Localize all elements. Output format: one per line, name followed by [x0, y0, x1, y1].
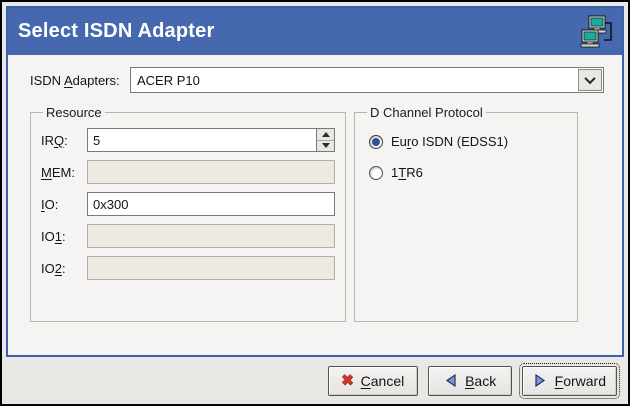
- mem-label: MEM:: [41, 165, 87, 180]
- isdn-adapters-label: ISDN Adapters:: [30, 73, 130, 88]
- io1-label: IO1:: [41, 229, 87, 244]
- forward-button-label: Forward: [555, 373, 606, 389]
- right-arrow-icon: [533, 373, 548, 388]
- irq-input[interactable]: [88, 129, 316, 151]
- io-field-row: IO:: [41, 192, 335, 216]
- chevron-down-icon: [584, 73, 595, 84]
- isdn-adapters-combobox[interactable]: ACER P10: [130, 67, 604, 93]
- radio-selected-dot: [372, 138, 380, 146]
- red-x-icon: ✖: [341, 373, 354, 388]
- resource-group-legend: Resource: [43, 105, 105, 120]
- d-channel-protocol-group: D Channel Protocol Euro ISDN (EDSS1) 1TR…: [354, 105, 578, 322]
- network-computers-icon: [580, 14, 614, 50]
- io1-input: [87, 224, 335, 248]
- d-channel-protocol-legend: D Channel Protocol: [367, 105, 486, 120]
- back-button-label: Back: [465, 373, 496, 389]
- irq-spin-buttons: [316, 129, 334, 151]
- wizard-frame: Select ISDN Adapter: [6, 6, 624, 357]
- cancel-button-label: Cancel: [361, 373, 405, 389]
- content-columns: Resource IRQ: MEM:: [30, 105, 604, 322]
- up-arrow-icon: [322, 132, 330, 137]
- down-arrow-icon: [322, 143, 330, 148]
- io2-label: IO2:: [41, 261, 87, 276]
- euro-isdn-radio-button[interactable]: [369, 135, 383, 149]
- mem-field-row: MEM:: [41, 160, 335, 184]
- mem-input: [87, 160, 335, 184]
- dialog-title: Select ISDN Adapter: [18, 20, 580, 43]
- irq-label: IRQ:: [41, 133, 87, 148]
- resource-group: Resource IRQ: MEM:: [30, 105, 346, 322]
- 1tr6-radio-row[interactable]: 1TR6: [369, 165, 567, 180]
- irq-spin-up-button[interactable]: [317, 129, 334, 141]
- left-arrow-icon: [443, 373, 458, 388]
- isdn-adapter-dialog: Select ISDN Adapter: [0, 0, 630, 406]
- isdn-adapters-combobox-value: ACER P10: [131, 68, 577, 92]
- dialog-titlebar: Select ISDN Adapter: [8, 8, 622, 55]
- io1-field-row: IO1:: [41, 224, 335, 248]
- irq-spin-down-button[interactable]: [317, 141, 334, 152]
- io-label: IO:: [41, 197, 87, 212]
- io2-input: [87, 256, 335, 280]
- euro-isdn-radio-label: Euro ISDN (EDSS1): [391, 134, 508, 149]
- io-input[interactable]: [87, 192, 335, 216]
- adapter-row: ISDN Adapters: ACER P10: [30, 67, 604, 93]
- 1tr6-radio-button[interactable]: [369, 166, 383, 180]
- cancel-button[interactable]: ✖ Cancel: [328, 366, 418, 396]
- euro-isdn-radio-row[interactable]: Euro ISDN (EDSS1): [369, 134, 567, 149]
- dialog-button-bar: ✖ Cancel Back Forward: [6, 357, 624, 404]
- 1tr6-radio-label: 1TR6: [391, 165, 423, 180]
- back-button[interactable]: Back: [428, 366, 512, 396]
- forward-button[interactable]: Forward: [522, 366, 617, 396]
- isdn-adapters-dropdown-button[interactable]: [578, 69, 602, 91]
- irq-field-row: IRQ:: [41, 128, 335, 152]
- irq-spinbox: [87, 128, 335, 152]
- io2-field-row: IO2:: [41, 256, 335, 280]
- dialog-content: ISDN Adapters: ACER P10 Resource IRQ:: [8, 55, 622, 355]
